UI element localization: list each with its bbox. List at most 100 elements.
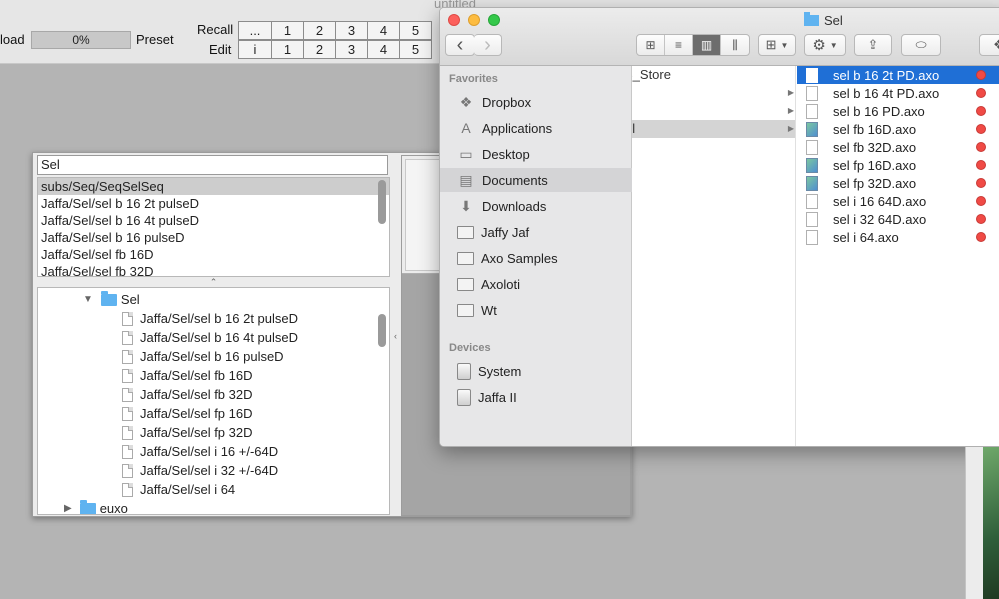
file-item[interactable]: sel b 16 4t PD.axo <box>797 84 999 102</box>
file-list-column: sel b 16 2t PD.axo sel b 16 4t PD.axo sel … <box>797 66 999 446</box>
result-item[interactable]: Jaffa/Sel/sel b 16 2t pulseD <box>38 195 389 212</box>
cover-flow-icon: ⫼ <box>732 37 738 52</box>
zoom-button[interactable] <box>488 14 500 26</box>
file-item[interactable]: sel i 16 64D.axo <box>797 192 999 210</box>
tag-icon: ⬭ <box>915 37 927 52</box>
file-item[interactable]: sel fb 32D.axo <box>797 138 999 156</box>
sidebar-item-label: Documents <box>482 172 548 188</box>
recall-cell-4[interactable]: 4 <box>367 21 400 40</box>
sidebar-item-jaffy-jaf[interactable]: Jaffy Jaf <box>440 220 632 244</box>
result-item[interactable]: Jaffa/Sel/sel b 16 pulseD <box>38 229 389 246</box>
forward-button[interactable]: › <box>474 34 502 56</box>
file-item[interactable]: sel i 32 64D.axo <box>797 210 999 228</box>
tree-item[interactable]: Jaffa/Sel/sel i 16 +/-64D <box>122 442 278 461</box>
recall-cell-2[interactable]: 2 <box>303 21 336 40</box>
tree-item[interactable]: Jaffa/Sel/sel b 16 2t pulseD <box>122 309 298 328</box>
edit-cell-2[interactable]: 2 <box>303 40 336 59</box>
icon-view-button[interactable]: ⊞ <box>637 35 665 55</box>
tree-item-label: Jaffa/Sel/sel fp 32D <box>140 425 253 440</box>
sidebar-item-axoloti[interactable]: Axoloti <box>440 272 632 296</box>
column-view-icon: ▥ <box>700 38 713 52</box>
sidebar-item-documents[interactable]: ▤ Documents <box>440 168 632 192</box>
tags-button[interactable]: ⬭ <box>901 34 941 56</box>
tree-item[interactable]: Jaffa/Sel/sel fp 16D <box>122 404 253 423</box>
share-icon: ⇪ <box>867 37 879 52</box>
file-item[interactable]: sel b 16 2t PD.axo <box>797 66 999 84</box>
sidebar-item-wt[interactable]: Wt <box>440 298 632 322</box>
share-button[interactable]: ⇪ <box>854 34 892 56</box>
sidebar-item-dropbox[interactable]: ❖ Dropbox <box>440 90 632 114</box>
arrange-button[interactable]: ⊞ ▼ <box>758 34 796 56</box>
folder-icon <box>457 251 474 265</box>
horizontal-splitter-handle[interactable]: ⌃ <box>37 277 390 287</box>
column-folder-item[interactable]: t▶ <box>632 84 795 102</box>
file-item[interactable]: sel i 64.axo <box>797 228 999 246</box>
sidebar-item-label: Jaffa II <box>478 389 517 405</box>
disclosure-open-icon[interactable]: ▼ <box>83 290 93 309</box>
document-icon <box>806 193 818 209</box>
close-button[interactable] <box>448 14 460 26</box>
recall-cell-5[interactable]: 5 <box>399 21 432 40</box>
red-tag-icon <box>976 106 986 116</box>
object-tree: ▼ Sel Jaffa/Sel/sel b 16 2t pulseD Jaffa/Se… <box>37 287 390 515</box>
column-folder-item[interactable]: S_Store <box>632 66 795 84</box>
load-label: load <box>0 32 25 47</box>
tree-folder-row[interactable]: ▶ euxo <box>64 499 128 514</box>
recall-cell-3[interactable]: 3 <box>335 21 368 40</box>
sidebar-item-jaffa-ii[interactable]: Jaffa II <box>440 385 632 409</box>
tree-item[interactable]: Jaffa/Sel/sel fb 32D <box>122 385 253 404</box>
back-button[interactable]: ‹ <box>445 34 475 56</box>
cover-flow-button[interactable]: ⫼ <box>721 35 749 55</box>
column-folder-item[interactable]: x▶ <box>632 102 795 120</box>
file-item[interactable]: sel fp 32D.axo <box>797 174 999 192</box>
edit-cell-5[interactable]: 5 <box>399 40 432 59</box>
disclosure-closed-icon[interactable]: ▶ <box>64 499 72 514</box>
tree-folder-row[interactable]: ▼ Sel <box>83 290 140 309</box>
red-tag-icon <box>976 160 986 170</box>
tree-item[interactable]: Jaffa/Sel/sel i 32 +/-64D <box>122 461 278 480</box>
result-item[interactable]: Jaffa/Sel/sel fb 32D <box>38 263 389 276</box>
folder-icon <box>457 277 474 291</box>
sidebar-item-system[interactable]: System <box>440 359 632 383</box>
sidebar-item-downloads[interactable]: ⬇ Downloads <box>440 194 632 218</box>
parent-folder-column: S_Store t▶x▶el ▶ <box>632 66 796 446</box>
result-item[interactable]: subs/Seq/SeqSelSeq <box>38 178 389 195</box>
folder-icon <box>457 225 474 239</box>
edit-cell-0[interactable]: i <box>238 40 272 59</box>
minimize-button[interactable] <box>468 14 480 26</box>
edit-cell-3[interactable]: 3 <box>335 40 368 59</box>
finder-sidebar: Favorites ❖ Dropbox A Applications ▭ Desktop ▤ D… <box>440 66 632 446</box>
column-view-button[interactable]: ▥ <box>693 35 721 55</box>
list-view-button[interactable]: ≡ <box>665 35 693 55</box>
sidebar-item-label: System <box>478 363 522 379</box>
vertical-splitter-handle[interactable]: ‹ <box>394 331 397 341</box>
tree-item[interactable]: Jaffa/Sel/sel i 64 <box>122 480 235 499</box>
recall-cell-1[interactable]: 1 <box>271 21 304 40</box>
tree-item[interactable]: Jaffa/Sel/sel b 16 4t pulseD <box>122 328 298 347</box>
edit-cell-1[interactable]: 1 <box>271 40 304 59</box>
results-scrollbar[interactable] <box>378 180 386 224</box>
edit-cell-4[interactable]: 4 <box>367 40 400 59</box>
tree-item[interactable]: Jaffa/Sel/sel fp 32D <box>122 423 253 442</box>
file-item[interactable]: sel fp 16D.axo <box>797 156 999 174</box>
sidebar-item-axo-samples[interactable]: Axo Samples <box>440 246 632 270</box>
document-icon <box>122 330 133 345</box>
tree-scrollbar[interactable] <box>378 314 386 347</box>
file-item[interactable]: sel fb 16D.axo <box>797 120 999 138</box>
sidebar-item-desktop[interactable]: ▭ Desktop <box>440 142 632 166</box>
patch-file-icon <box>806 175 818 191</box>
recall-cell-0[interactable]: ... <box>238 21 272 40</box>
sidebar-item-applications[interactable]: A Applications <box>440 116 632 140</box>
result-item[interactable]: Jaffa/Sel/sel b 16 4t pulseD <box>38 212 389 229</box>
downloads-icon: ⬇ <box>460 197 472 214</box>
result-item[interactable]: Jaffa/Sel/sel fb 16D <box>38 246 389 263</box>
file-item[interactable]: sel b 16 PD.axo <box>797 102 999 120</box>
finder-titlebar: Sel ‹ › ⊞ ≡ ▥ ⫼ ⊞ ▼ ⚙ ▼ ⇪ ⬭ ❖ <box>440 8 999 66</box>
tree-item[interactable]: Jaffa/Sel/sel b 16 pulseD <box>122 347 284 366</box>
favorites-header: Favorites <box>449 73 498 85</box>
filter-input[interactable]: Sel <box>37 155 388 175</box>
action-button[interactable]: ⚙ ▼ <box>804 34 846 56</box>
column-folder-item[interactable]: el ▶ <box>632 120 795 138</box>
dropbox-toolbar-button[interactable]: ❖ <box>979 34 999 56</box>
tree-item[interactable]: Jaffa/Sel/sel fb 16D <box>122 366 253 385</box>
